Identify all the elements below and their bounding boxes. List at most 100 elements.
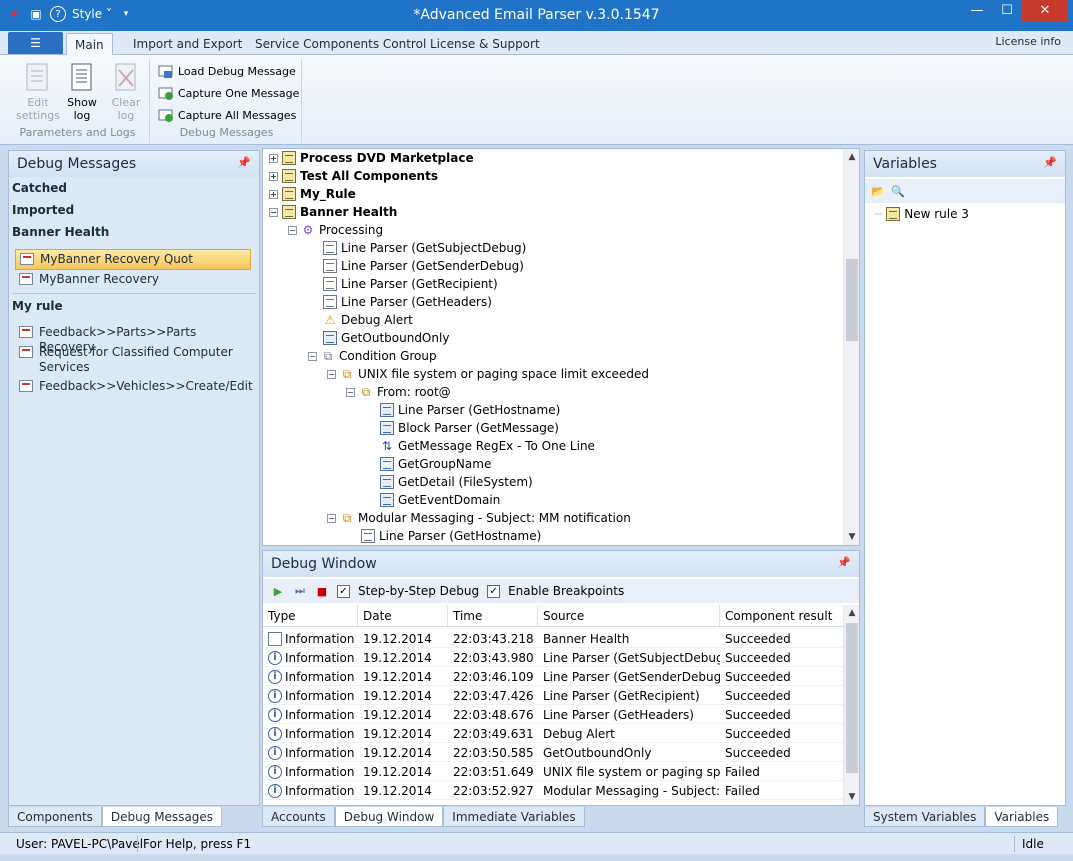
scroll-up-icon[interactable]: ▲ bbox=[844, 605, 860, 621]
column-source[interactable]: Source bbox=[538, 605, 720, 627]
expand-icon[interactable]: + bbox=[269, 153, 278, 163]
edit-settings-button[interactable]: Edit settings bbox=[16, 61, 60, 122]
list-item[interactable]: MyBanner Recovery Quot bbox=[15, 249, 251, 270]
pin-icon[interactable]: 📌 bbox=[837, 556, 851, 569]
tab-main[interactable]: Main bbox=[66, 33, 113, 56]
run-icon[interactable]: ▶ bbox=[271, 584, 285, 598]
tree-node[interactable]: − ⧉ Condition Group bbox=[308, 347, 437, 365]
tree-node[interactable]: Line Parser (GetSubjectDebug) bbox=[323, 239, 526, 257]
enable-breakpoints-checkbox[interactable]: ✓ bbox=[487, 584, 501, 598]
tree-node[interactable]: GetDetail (FileSystem) bbox=[380, 473, 533, 491]
debug-grid-scrollbar[interactable]: ▲ ▼ bbox=[843, 605, 859, 805]
add-folder-icon[interactable]: 📂 bbox=[871, 184, 885, 198]
pin-icon[interactable]: 📌 bbox=[237, 156, 251, 169]
list-item[interactable]: Request for Classified Computer Services bbox=[15, 343, 251, 377]
tab-components[interactable]: Components bbox=[8, 807, 102, 827]
tab-immediate-variables[interactable]: Immediate Variables bbox=[443, 807, 585, 827]
customize-qat-icon[interactable]: ▾ bbox=[118, 6, 134, 22]
column-date[interactable]: Date bbox=[358, 605, 448, 627]
tree-node[interactable]: + Process DVD Marketplace bbox=[269, 149, 474, 167]
table-row[interactable]: i Information 19.12.2014 22:03:51.649 UNIX f… bbox=[263, 762, 843, 781]
group-banner-health[interactable]: Banner Health bbox=[12, 225, 109, 239]
close-button[interactable]: ✕ bbox=[1022, 0, 1068, 21]
table-row[interactable]: Information 19.12.2014 22:03:43.218 Banner … bbox=[263, 629, 843, 648]
list-item[interactable]: Feedback>>Vehicles>>Create/Edit bbox=[15, 377, 253, 396]
tab-accounts[interactable]: Accounts bbox=[262, 807, 335, 827]
tab-import-export[interactable]: Import and Export bbox=[125, 33, 250, 55]
scroll-thumb[interactable] bbox=[846, 623, 858, 773]
file-menu-button[interactable]: ☰ bbox=[8, 32, 63, 54]
step-by-step-checkbox[interactable]: ✓ bbox=[337, 584, 350, 598]
style-menu[interactable]: Style ˅ bbox=[72, 7, 112, 21]
group-my-rule[interactable]: My rule bbox=[12, 299, 63, 313]
collapse-icon[interactable]: − bbox=[269, 207, 278, 217]
license-info-link[interactable]: License info bbox=[995, 35, 1061, 48]
tree-node[interactable]: GetEventDomain bbox=[380, 491, 500, 509]
table-row[interactable]: i Information 19.12.2014 22:03:47.426 Line P… bbox=[263, 686, 843, 705]
tree-node[interactable]: Line Parser (GetRecipient) bbox=[323, 275, 498, 293]
collapse-icon[interactable]: − bbox=[327, 369, 336, 379]
collapse-icon[interactable]: − bbox=[346, 387, 355, 397]
minimize-button[interactable]: — bbox=[962, 0, 992, 21]
group-imported[interactable]: Imported bbox=[12, 203, 74, 217]
tab-debug-messages[interactable]: Debug Messages bbox=[101, 807, 223, 827]
cell-type: i Information bbox=[263, 667, 358, 686]
collapse-icon[interactable]: − bbox=[288, 225, 297, 235]
pin-icon[interactable]: 📌 bbox=[1043, 156, 1057, 169]
tree-node[interactable]: ⚠ Debug Alert bbox=[323, 311, 413, 329]
table-row[interactable]: i Information 19.12.2014 22:03:43.980 Line P… bbox=[263, 648, 843, 667]
tree-node[interactable]: − Banner Health bbox=[269, 203, 397, 221]
show-log-button[interactable]: Show log bbox=[60, 61, 104, 122]
scroll-down-icon[interactable]: ▼ bbox=[844, 789, 860, 805]
tree-node[interactable]: GetGroupName bbox=[380, 455, 491, 473]
tree-node[interactable]: + Test All Components bbox=[269, 167, 438, 185]
tab-debug-window[interactable]: Debug Window bbox=[334, 807, 444, 827]
tree-node[interactable]: Line Parser (GetSenderDebug) bbox=[323, 257, 524, 275]
scroll-down-icon[interactable]: ▼ bbox=[844, 529, 860, 545]
tree-node[interactable]: ┄ New rule 3 bbox=[875, 205, 969, 223]
tab-license-support[interactable]: License & Support bbox=[422, 33, 548, 55]
column-type[interactable]: Type bbox=[263, 605, 358, 627]
tree-node[interactable]: Line Parser (GetHostname) bbox=[361, 527, 541, 545]
table-row[interactable]: i Information 19.12.2014 22:03:48.676 Line P… bbox=[263, 705, 843, 724]
list-item[interactable]: MyBanner Recovery bbox=[15, 270, 251, 289]
column-time[interactable]: Time bbox=[448, 605, 538, 627]
app-icon[interactable]: ✶ bbox=[6, 6, 22, 22]
table-row[interactable]: i Information 19.12.2014 22:03:50.585 GetOut… bbox=[263, 743, 843, 762]
capture-all-messages-button[interactable]: Capture All Messages bbox=[158, 105, 296, 125]
collapse-icon[interactable]: − bbox=[327, 513, 336, 523]
group-catched[interactable]: Catched bbox=[12, 181, 67, 195]
help-icon[interactable]: ? bbox=[50, 6, 66, 22]
step-icon[interactable]: ⏭ bbox=[293, 584, 307, 598]
maximize-button[interactable]: ☐ bbox=[992, 0, 1022, 21]
tree-node[interactable]: − ⚙ Processing bbox=[288, 221, 383, 239]
scroll-thumb[interactable] bbox=[846, 259, 858, 341]
load-debug-message-button[interactable]: Load Debug Message bbox=[158, 61, 296, 81]
tree-node[interactable]: GetOutboundOnly bbox=[323, 329, 449, 347]
capture-one-message-button[interactable]: Capture One Message bbox=[158, 83, 299, 103]
table-row[interactable]: i Information 19.12.2014 22:03:46.109 Line P… bbox=[263, 667, 843, 686]
expand-icon[interactable]: + bbox=[269, 189, 278, 199]
tree-node[interactable]: ⇅ GetMessage RegEx - To One Line bbox=[380, 437, 595, 455]
scroll-up-icon[interactable]: ▲ bbox=[844, 149, 860, 165]
tree-node[interactable]: Line Parser (GetHostname) bbox=[380, 401, 560, 419]
search-variable-icon[interactable]: 🔍 bbox=[891, 184, 905, 198]
table-row[interactable]: i Information 19.12.2014 22:03:49.631 Debug … bbox=[263, 724, 843, 743]
collapse-icon[interactable]: − bbox=[308, 351, 317, 361]
tree-scrollbar[interactable]: ▲ ▼ bbox=[843, 149, 859, 545]
tree-node[interactable]: − ⧉ UNIX file system or paging space limit… bbox=[327, 365, 649, 383]
stop-icon[interactable]: ■ bbox=[315, 584, 329, 598]
tree-node[interactable]: − ⧉ From: root@ bbox=[346, 383, 451, 401]
tab-variables[interactable]: Variables bbox=[985, 807, 1059, 827]
tree-node[interactable]: Block Parser (GetMessage) bbox=[380, 419, 559, 437]
tree-node[interactable]: Line Parser (GetHeaders) bbox=[323, 293, 492, 311]
table-row[interactable]: i Information 19.12.2014 22:03:52.927 Modula… bbox=[263, 781, 843, 800]
save-icon[interactable]: ▣ bbox=[28, 6, 44, 22]
clear-log-button[interactable]: Clear log bbox=[104, 61, 148, 122]
tree-node[interactable]: + My_Rule bbox=[269, 185, 356, 203]
tab-system-variables[interactable]: System Variables bbox=[864, 807, 986, 827]
column-result[interactable]: Component result bbox=[720, 605, 843, 627]
tree-node[interactable]: − ⧉ Modular Messaging - Subject: MM notifi… bbox=[327, 509, 631, 527]
expand-icon[interactable]: + bbox=[269, 171, 278, 181]
tab-service-components[interactable]: Service Components Control bbox=[247, 33, 434, 55]
